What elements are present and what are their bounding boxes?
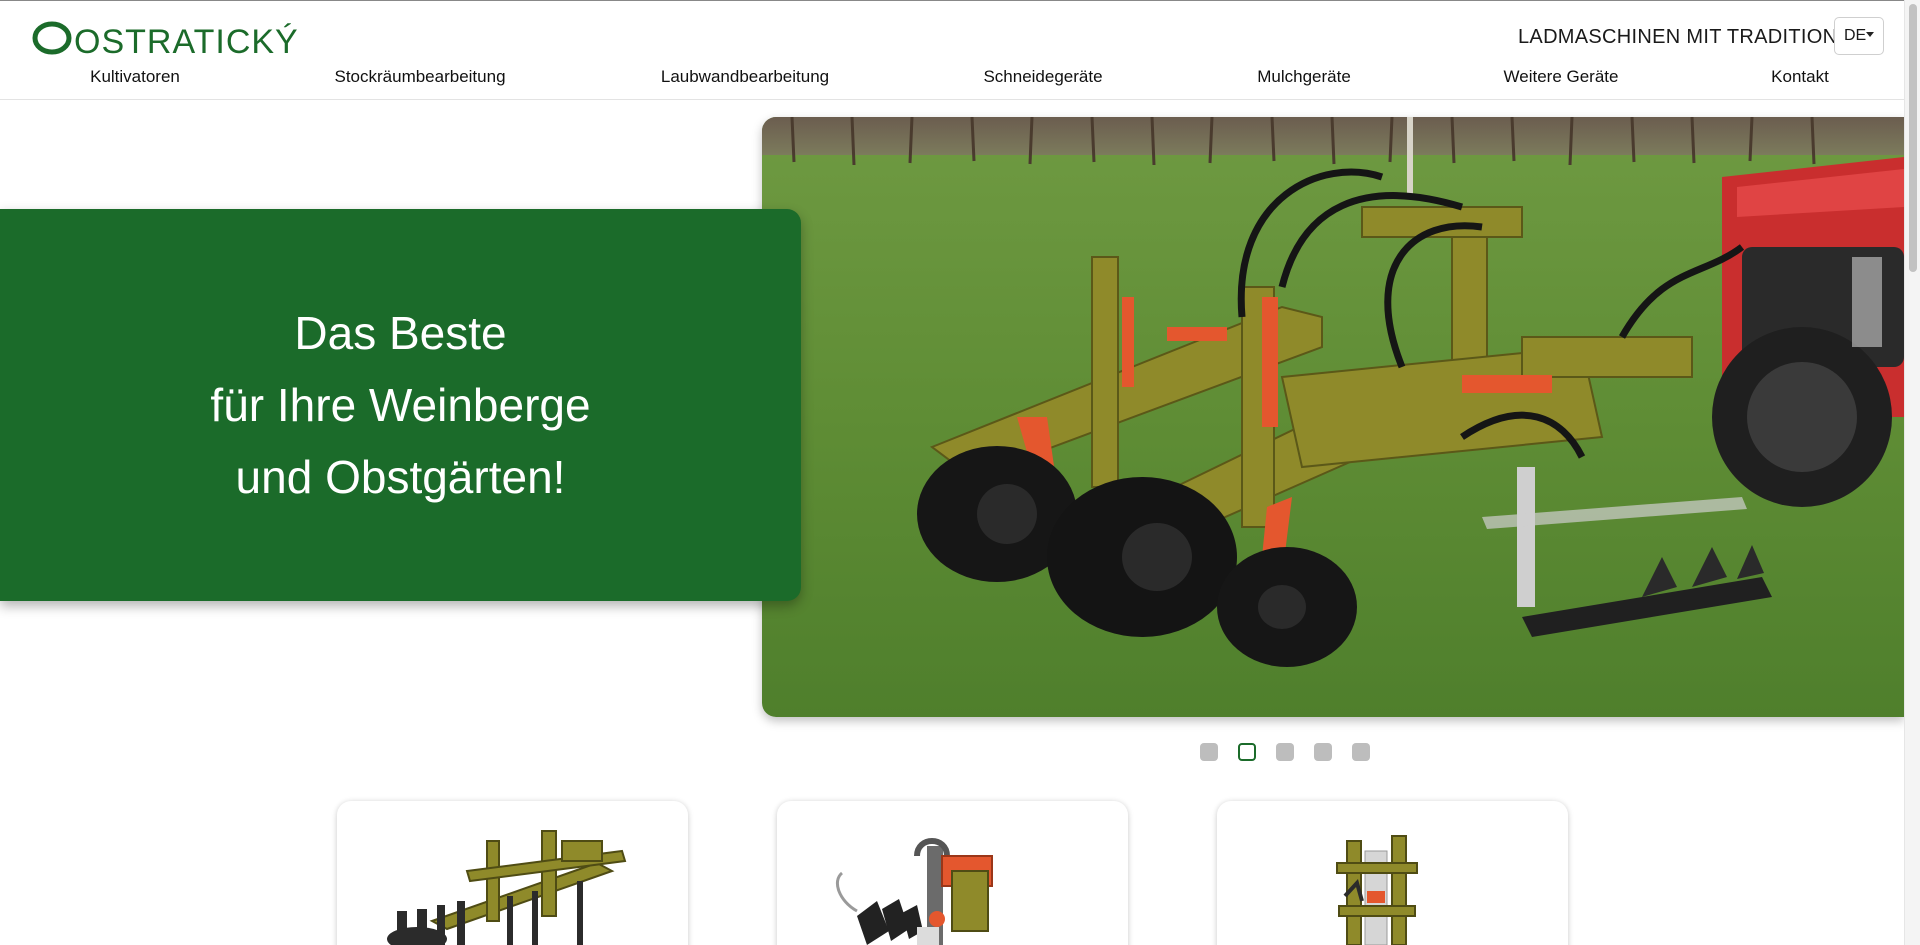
nav-item-kultivatoren[interactable]: Kultivatoren bbox=[90, 67, 180, 87]
hedge-trimmer-product-image bbox=[1336, 835, 1418, 945]
product-card-cultivator[interactable] bbox=[337, 801, 688, 945]
product-card-inter-row-tool[interactable] bbox=[777, 801, 1128, 945]
hero-line-3: und Obstgärten! bbox=[235, 451, 566, 503]
hero-line-2: für Ihre Weinberge bbox=[210, 379, 591, 431]
product-card-hedge-trimmer[interactable] bbox=[1217, 801, 1568, 945]
carousel-dot-4[interactable] bbox=[1314, 743, 1332, 761]
hero-line-1: Das Beste bbox=[294, 307, 507, 359]
cultivator-product-image bbox=[387, 830, 627, 945]
inter-row-tool-product-image bbox=[836, 838, 993, 945]
logo-wordmark: OSTRATICKÝ bbox=[32, 21, 299, 61]
main-nav: Kultivatoren Stockräumbearbeitung Laubwa… bbox=[0, 67, 1904, 93]
language-value: DE bbox=[1844, 27, 1867, 44]
language-select[interactable]: DE bbox=[1834, 17, 1884, 55]
nav-item-laubwandbearbeitung[interactable]: Laubwandbearbeitung bbox=[661, 67, 829, 87]
nav-item-stockraeumbearbeitung[interactable]: Stockräumbearbeitung bbox=[334, 67, 505, 87]
hero-image bbox=[762, 117, 1904, 717]
logo[interactable]: OSTRATICKÝ bbox=[32, 11, 332, 61]
nav-item-kontakt[interactable]: Kontakt bbox=[1771, 67, 1829, 87]
vineyard-cultivator-photo bbox=[762, 117, 1904, 717]
carousel-dot-2[interactable] bbox=[1238, 743, 1256, 761]
caret-down-icon bbox=[1866, 32, 1874, 37]
nav-item-weitere-geraete[interactable]: Weitere Geräte bbox=[1504, 67, 1619, 87]
hero-banner: Das Beste für Ihre Weinberge und Obstgär… bbox=[0, 209, 801, 601]
carousel-dot-1[interactable] bbox=[1200, 743, 1218, 761]
carousel-dot-3[interactable] bbox=[1276, 743, 1294, 761]
scrollbar-thumb[interactable] bbox=[1909, 4, 1917, 272]
carousel-dot-5[interactable] bbox=[1352, 743, 1370, 761]
tagline: LADMASCHINEN MIT TRADITION bbox=[1518, 26, 1838, 48]
page-scrollbar[interactable] bbox=[1904, 0, 1920, 945]
logo-text: OSTRATICKÝ bbox=[74, 23, 299, 59]
nav-item-mulchgeraete[interactable]: Mulchgeräte bbox=[1257, 67, 1351, 87]
site-header: OSTRATICKÝ LADMASCHINEN MIT TRADITION DE… bbox=[0, 1, 1904, 100]
nav-item-schneidegeraete[interactable]: Schneidegeräte bbox=[983, 67, 1102, 87]
